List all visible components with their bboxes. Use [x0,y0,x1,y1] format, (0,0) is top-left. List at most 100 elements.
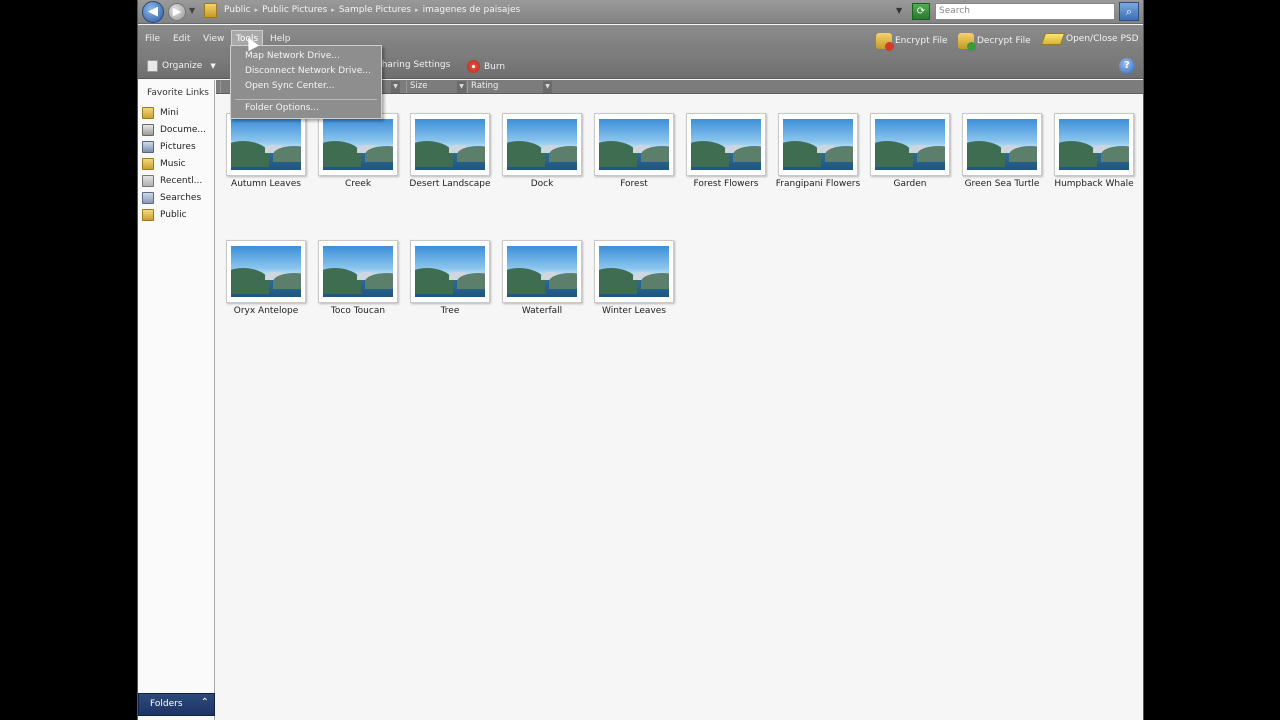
file-name: Winter Leaves [602,306,666,316]
sidebar-item-label: Mini [160,108,179,118]
file-name: Forest Flowers [693,179,759,189]
image-thumbnail [226,113,306,176]
file-name: Dock [530,179,554,189]
file-name: Waterfall [521,306,563,316]
chevron-down-icon[interactable]: ▼ [543,81,552,93]
chevron-right-icon[interactable]: ▸ [331,6,335,15]
image-thumbnail [778,113,858,176]
decrypt-file-label: Decrypt File [977,36,1031,46]
chevron-down-icon: ▼ [210,62,216,70]
menu-item-open-sync-center[interactable]: Open Sync Center... [245,81,335,91]
navigation-pane: Favorite Links Mini Docume... Pictures M… [138,80,215,720]
file-name: Tree [440,306,460,316]
file-list: ▼ Size ▼ Rating ▼ Autumn Leaves Creek Dese… [216,80,1143,720]
file-tile-green-sea-turtle[interactable]: Green Sea Turtle [956,113,1048,189]
file-name: Garden [893,179,927,189]
file-tile-toco-toucan[interactable]: Toco Toucan [312,240,404,316]
menu-edit[interactable]: Edit [173,34,190,44]
image-thumbnail [686,113,766,176]
menu-divider [235,99,377,100]
menu-help[interactable]: Help [270,34,291,44]
organize-label: Organize [162,61,203,71]
file-name: Autumn Leaves [231,179,301,189]
file-name: Humpback Whale [1054,179,1134,189]
breadcrumb-item[interactable]: Sample Pictures [339,5,411,15]
chevron-down-icon[interactable]: ▼ [391,81,400,93]
sidebar-item-pictures[interactable]: Pictures [142,141,196,153]
sidebar-item-music[interactable]: Music [142,158,186,170]
sidebar-item-label: Docume... [160,125,206,135]
file-tile-forest[interactable]: Forest [588,113,680,189]
chevron-down-icon[interactable]: ▼ [457,81,466,93]
file-tile-creek[interactable]: Creek [312,113,404,189]
menu-view[interactable]: View [203,34,224,44]
address-bar: ◀ ▶ ▼ Public ▸ Public Pictures ▸ Sample … [138,0,1143,24]
file-tile-frangipani-flowers[interactable]: Frangipani Flowers [772,113,864,189]
image-thumbnail [226,240,306,303]
file-tile-forest-flowers[interactable]: Forest Flowers [680,113,772,189]
menu-item-map-network-drive[interactable]: Map Network Drive... [245,51,340,61]
folders-label: Folders [150,699,183,709]
breadcrumb-item[interactable]: Public [224,5,251,15]
encrypt-file-label: Encrypt File [895,36,948,46]
sidebar-item-documents[interactable]: Docume... [142,124,206,136]
image-thumbnail [594,240,674,303]
sidebar-item-label: Recentl... [160,176,203,186]
menu-item-folder-options[interactable]: Folder Options... [245,103,319,113]
breadcrumb: Public ▸ Public Pictures ▸ Sample Pictur… [224,5,520,15]
organize-button[interactable]: Organize ▼ [147,60,216,72]
menu-item-disconnect-network-drive[interactable]: Disconnect Network Drive... [245,66,371,76]
searches-icon [142,192,154,204]
file-name: Desert Landscape [409,179,491,189]
image-thumbnail [594,113,674,176]
image-thumbnail [502,240,582,303]
encrypt-file-button[interactable]: Encrypt File [876,33,948,51]
refresh-button[interactable]: ⟳ [912,3,930,20]
file-tile-winter-leaves[interactable]: Winter Leaves [588,240,680,316]
file-tile-dock[interactable]: Dock [496,113,588,189]
folder-icon [142,107,154,119]
psd-icon [1040,33,1066,45]
file-name: Forest [620,179,648,189]
column-header-size[interactable]: Size ▼ [406,81,466,93]
column-header-rating[interactable]: Rating ▼ [467,81,552,93]
file-tile-oryx-antelope[interactable]: Oryx Antelope [220,240,312,316]
file-tile-tree[interactable]: Tree [404,240,496,316]
recent-pages-dropdown[interactable]: ▼ [189,6,195,15]
image-thumbnail [962,113,1042,176]
file-tile-garden[interactable]: Garden [864,113,956,189]
back-button[interactable]: ◀ [142,1,164,23]
sidebar-item-searches[interactable]: Searches [142,192,201,204]
address-dropdown-button[interactable]: ▼ [896,6,902,15]
breadcrumb-item[interactable]: imagenes de paisajes [423,5,521,15]
open-close-psd-button[interactable]: Open/Close PSD [1040,33,1139,45]
decrypt-file-button[interactable]: Decrypt File [958,33,1031,51]
chevron-right-icon[interactable]: ▸ [255,6,259,15]
folders-toggle[interactable]: Folders ⌃ [138,693,215,716]
sidebar-item-label: Music [160,159,186,169]
sharing-settings-button[interactable]: Sharing Settings [376,60,450,70]
search-icon[interactable]: ⌕ [1119,2,1139,21]
sidebar-item-label: Searches [160,193,202,203]
sidebar-item-recently-changed[interactable]: Recentl... [142,175,202,187]
file-tile-waterfall[interactable]: Waterfall [496,240,588,316]
favorite-links-heading: Favorite Links [147,88,209,98]
folder-icon [204,3,217,18]
sidebar-item-mini[interactable]: Mini [142,107,178,119]
file-tile-autumn-leaves[interactable]: Autumn Leaves [220,113,312,189]
file-tile-humpback-whale[interactable]: Humpback Whale [1048,113,1140,189]
chevron-right-icon[interactable]: ▸ [415,6,419,15]
help-icon[interactable]: ? [1119,58,1135,74]
forward-button[interactable]: ▶ [168,3,186,21]
tools-menu-dropdown: Map Network Drive... Disconnect Network … [230,45,382,119]
explorer-window: ◀ ▶ ▼ Public ▸ Public Pictures ▸ Sample … [137,0,1144,720]
music-icon [142,158,154,170]
file-tile-desert-landscape[interactable]: Desert Landscape [404,113,496,189]
menu-file[interactable]: File [145,34,160,44]
burn-button[interactable]: Burn [467,60,505,73]
chevron-up-icon: ⌃ [200,697,209,708]
open-close-psd-label: Open/Close PSD [1066,34,1139,44]
search-input[interactable]: Search [935,3,1115,20]
sidebar-item-public[interactable]: Public [142,209,187,221]
breadcrumb-item[interactable]: Public Pictures [262,5,327,15]
